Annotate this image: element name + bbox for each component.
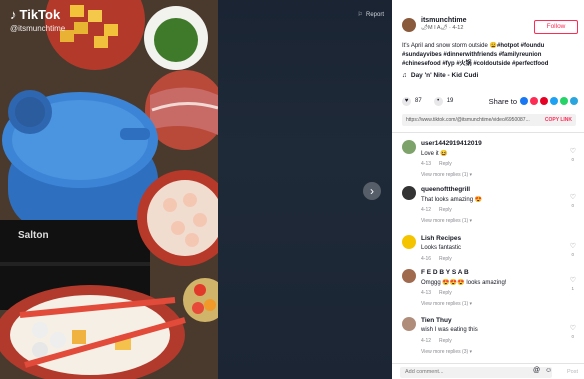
view-more-replies[interactable]: View more replies (1) ▾	[421, 301, 472, 307]
comment-like-icon[interactable]: ♡	[570, 242, 576, 250]
music-title: Day 'n' Nite - Kid Cudi	[410, 72, 479, 79]
like-count: 87	[415, 98, 422, 104]
comment-username[interactable]: user1442919412019	[421, 140, 482, 147]
caption-text: It's April and snow storm outside 😩	[402, 43, 497, 49]
comment-date: 4-13	[421, 161, 432, 167]
report-label: Report	[365, 11, 384, 18]
comment-meta: 4-12 Reply	[421, 338, 452, 344]
follow-button[interactable]: Follow	[534, 20, 578, 34]
tiktok-logo[interactable]: ♪ TikTok	[10, 7, 60, 22]
author-names: itsmunchtime 🌶M I A🌶 · 4-12	[421, 17, 467, 31]
music-info[interactable]: ♫ Day 'n' Nite - Kid Cudi	[402, 72, 478, 79]
author-username[interactable]: itsmunchtime	[421, 17, 467, 24]
reply-button[interactable]: Reply	[439, 256, 452, 262]
reply-button[interactable]: Reply	[439, 290, 452, 296]
author-meta: 🌶M I A🌶 · 4-12	[421, 25, 464, 31]
comment-username[interactable]: queenoftthegrill	[421, 186, 470, 193]
share-icons	[520, 97, 578, 105]
view-more-replies[interactable]: View more replies (1) ▾	[421, 218, 472, 224]
comment-like-count: 0	[571, 203, 574, 208]
comment-avatar[interactable]	[402, 317, 416, 331]
flag-icon: ⚐	[357, 12, 363, 18]
video-caption: It's April and snow storm outside 😩#hotp…	[402, 42, 578, 69]
messenger-icon[interactable]	[530, 97, 538, 105]
comment-username[interactable]: F E D B Y S A B	[421, 269, 469, 276]
comment-avatar[interactable]	[402, 269, 416, 283]
post-button[interactable]: Post	[567, 369, 578, 375]
comment-like-icon[interactable]: ♡	[570, 324, 576, 332]
tiktok-video-page: ♪ TikTok @itsmunchtime ⚐ Report › Salton…	[0, 0, 584, 379]
comment-avatar[interactable]	[402, 140, 416, 154]
video-handle-watermark: @itsmunchtime	[10, 24, 66, 33]
comment-like-count: 0	[571, 157, 574, 162]
comment-meta: 4-13 Reply	[421, 290, 452, 296]
comment-text: That looks amazing 😍	[421, 197, 483, 203]
video-player[interactable]: ♪ TikTok @itsmunchtime ⚐ Report › Salton	[0, 0, 392, 379]
emoji-icon[interactable]: ☺	[545, 367, 552, 374]
tiktok-wordmark: TikTok	[19, 7, 61, 22]
mention-icon[interactable]: @	[533, 367, 540, 374]
comment-text: Looks fantastic	[421, 245, 462, 251]
comment-like-icon[interactable]: ♡	[570, 193, 576, 201]
tiktok-note-icon: ♪	[10, 7, 17, 22]
comment-meta: 4-13 Reply	[421, 161, 452, 167]
comment-action[interactable]: • 19	[433, 96, 454, 106]
reply-button[interactable]: Reply	[439, 338, 452, 344]
share-more-icon[interactable]	[570, 97, 578, 105]
report-button[interactable]: ⚐ Report	[357, 11, 384, 19]
comment-like-icon[interactable]: ♡	[570, 276, 576, 284]
comment-bar: @ ☺ Post	[392, 363, 584, 379]
view-more-replies[interactable]: View more replies (3) ▾	[421, 349, 472, 355]
author-avatar[interactable]	[402, 18, 416, 32]
reply-button[interactable]: Reply	[439, 207, 452, 213]
comment-like-icon[interactable]: ♡	[570, 147, 576, 155]
comment-count: 19	[446, 98, 454, 104]
comment-like-count: 0	[571, 252, 574, 257]
heart-icon: ♥	[402, 96, 411, 106]
pinterest-icon[interactable]	[540, 97, 548, 105]
facebook-icon[interactable]	[520, 97, 528, 105]
divider	[392, 132, 584, 133]
video-link-box: https://www.tiktok.com/@itsmunchtime/vid…	[402, 114, 576, 126]
comment-like-count: 1	[571, 286, 574, 291]
comment-meta: 4-16 Reply	[421, 256, 452, 262]
view-more-replies[interactable]: View more replies (1) ▾	[421, 172, 472, 178]
comment-meta: 4-12 Reply	[421, 207, 452, 213]
music-note-icon: ♫	[402, 72, 407, 79]
comment-username[interactable]: Lish Recipes	[421, 235, 461, 242]
comment-date: 4-13	[421, 290, 432, 296]
action-bar: ♥ 87 • 19 Share to	[402, 95, 578, 107]
stove-brand-text: Salton	[18, 230, 49, 241]
reply-button[interactable]: Reply	[439, 161, 452, 167]
comment-date: 4-12	[421, 207, 432, 213]
comment-date: 4-16	[421, 256, 432, 262]
comment-input[interactable]	[400, 367, 552, 378]
comment-icon: •	[433, 96, 443, 106]
share-label: Share to	[488, 96, 517, 106]
next-video-button[interactable]: ›	[363, 182, 381, 200]
like-action[interactable]: ♥ 87	[402, 96, 422, 106]
side-panel: itsmunchtime 🌶M I A🌶 · 4-12 Follow It's …	[392, 0, 584, 379]
chevron-right-icon: ›	[370, 184, 374, 198]
comment-like-count: 0	[571, 334, 574, 339]
comment-avatar[interactable]	[402, 235, 416, 249]
twitter-icon[interactable]	[550, 97, 558, 105]
whatsapp-icon[interactable]	[560, 97, 568, 105]
comment-date: 4-12	[421, 338, 432, 344]
video-frame	[0, 0, 218, 379]
comment-text: Omggg 😍😍😍 looks amazing!	[421, 280, 507, 286]
comment-text: wish I was eating this	[421, 327, 478, 333]
comment-text: Love it 😆	[421, 151, 448, 157]
copy-link-button[interactable]: COPY LINK	[545, 114, 572, 126]
comment-username[interactable]: Tien Thuy	[421, 317, 452, 324]
comment-avatar[interactable]	[402, 186, 416, 200]
video-link-url: https://www.tiktok.com/@itsmunchtime/vid…	[406, 117, 530, 123]
